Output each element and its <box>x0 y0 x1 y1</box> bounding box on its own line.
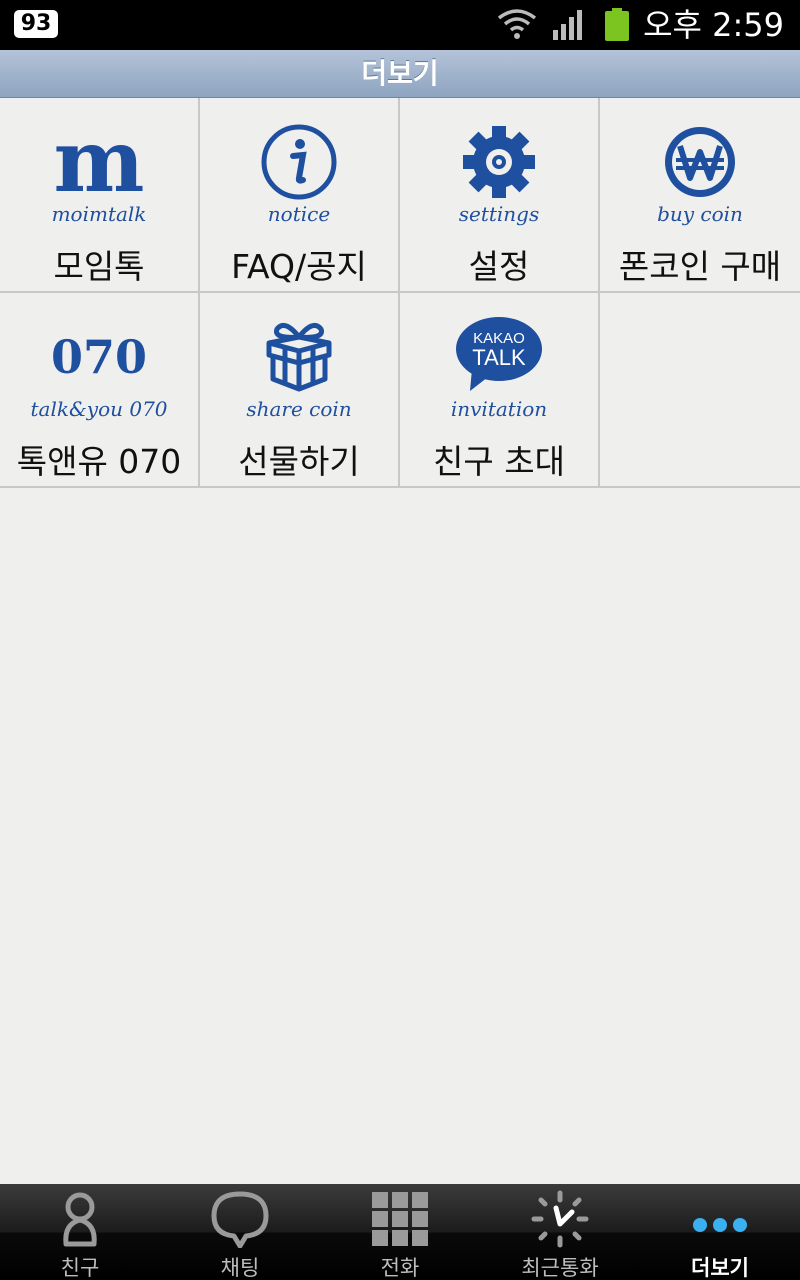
nav-label: 친구 <box>60 1256 100 1280</box>
menu-item-share-coin[interactable]: share coin 선물하기 <box>200 293 400 486</box>
menu-item-buy-coin[interactable]: buy coin 폰코인 구매 <box>600 98 800 291</box>
settings-icon <box>454 120 544 204</box>
menu-item-moimtalk[interactable]: m moimtalk 모임톡 <box>0 98 200 291</box>
talkyou-icon: 070 <box>50 330 148 384</box>
menu-item-label: 친구 초대 <box>433 442 565 481</box>
menu-row: m moimtalk 모임톡 notice FAQ/공지 settings 설정… <box>0 98 800 293</box>
title-bar: 더보기 <box>0 50 800 98</box>
menu-item-label: 설정 <box>468 247 530 286</box>
nav-label: 전화 <box>380 1256 420 1280</box>
menu-item-subtitle: share coin <box>246 397 352 421</box>
menu-grid: m moimtalk 모임톡 notice FAQ/공지 settings 설정… <box>0 98 800 488</box>
page-title: 더보기 <box>361 57 439 90</box>
moimtalk-icon: m <box>53 111 145 212</box>
nav-label: 더보기 <box>691 1256 749 1280</box>
status-time: 오후 2:59 <box>643 6 784 44</box>
menu-item-label: 선물하기 <box>238 442 360 481</box>
svg-text:TALK: TALK <box>472 345 526 370</box>
menu-item-label: 톡앤유 070 <box>16 442 182 481</box>
menu-item-invite-friends[interactable]: KAKAO TALK invitation 친구 초대 <box>400 293 600 486</box>
notice-icon <box>254 120 344 204</box>
menu-item-subtitle: notice <box>267 202 331 226</box>
menu-item-settings[interactable]: settings 설정 <box>400 98 600 291</box>
bottom-nav: 친구 채팅 전화 최근통화 더보기 <box>0 1184 800 1280</box>
speech-bubble-icon <box>211 1191 269 1248</box>
wifi-icon <box>497 9 537 39</box>
battery-icon <box>605 8 629 41</box>
menu-item-empty <box>600 293 800 486</box>
kakaotalk-icon: KAKAO TALK <box>454 315 544 399</box>
menu-item-label: 폰코인 구매 <box>618 247 782 286</box>
menu-item-talkyou[interactable]: 070 talk&you 070 톡앤유 070 <box>0 293 200 486</box>
nav-label: 최근통화 <box>521 1256 599 1280</box>
menu-item-label: 모임톡 <box>53 247 145 286</box>
nav-tab-call[interactable]: 전화 <box>320 1184 480 1280</box>
nav-tab-recent-calls[interactable]: 최근통화 <box>480 1184 640 1280</box>
menu-item-subtitle: buy coin <box>657 202 743 226</box>
menu-item-subtitle: moimtalk <box>51 202 147 226</box>
menu-item-notice[interactable]: notice FAQ/공지 <box>200 98 400 291</box>
coin-icon <box>655 120 745 204</box>
status-bar: 93 오후 2:59 <box>0 0 800 50</box>
dialpad-icon <box>372 1192 428 1246</box>
menu-row: 070 talk&you 070 톡앤유 070 share coin 선물하기… <box>0 293 800 488</box>
menu-item-subtitle: settings <box>458 202 540 226</box>
nav-tab-chat[interactable]: 채팅 <box>160 1184 320 1280</box>
menu-item-subtitle: talk&you 070 <box>30 397 168 421</box>
gift-icon <box>254 315 344 399</box>
nav-tab-friends[interactable]: 친구 <box>0 1184 160 1280</box>
more-dots-icon <box>693 1218 747 1232</box>
clock-icon <box>531 1190 589 1248</box>
menu-item-label: FAQ/공지 <box>231 247 367 286</box>
notification-badge: 93 <box>14 10 58 38</box>
person-icon <box>63 1192 97 1247</box>
menu-item-subtitle: invitation <box>450 397 548 421</box>
nav-label: 채팅 <box>220 1256 260 1280</box>
nav-tab-more[interactable]: 더보기 <box>640 1184 800 1280</box>
signal-icon <box>553 10 582 40</box>
